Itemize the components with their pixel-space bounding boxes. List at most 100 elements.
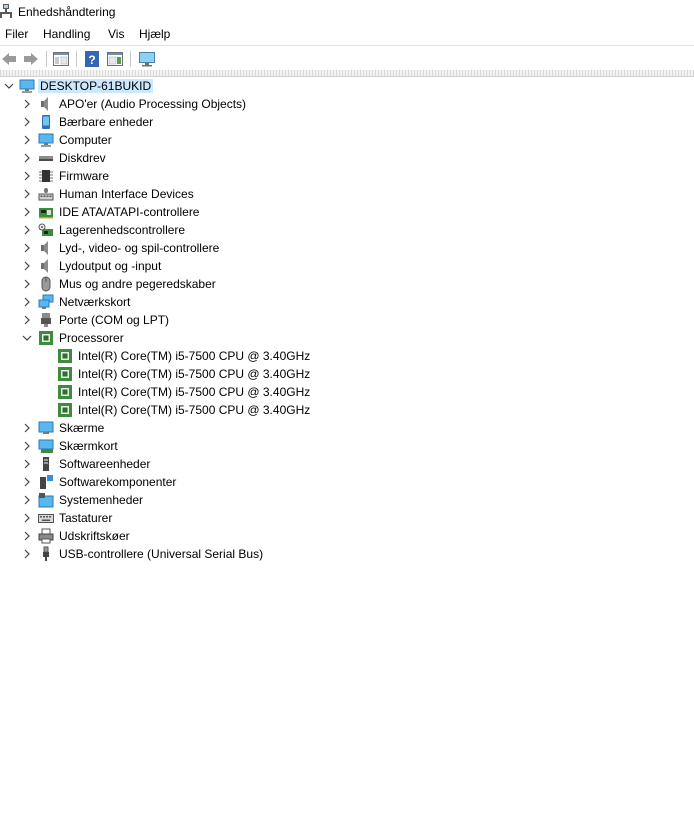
tree-child-cpu[interactable]: Intel(R) Core(TM) i5-7500 CPU @ 3.40GHz xyxy=(0,365,310,383)
tree-root-label: DESKTOP-61BUKID xyxy=(38,79,154,93)
tree-item-portable-devices[interactable]: Bærbare enheder xyxy=(0,113,300,131)
tree-item-display-adapters[interactable]: Skærmkort xyxy=(0,437,300,455)
action-pane-icon[interactable] xyxy=(106,50,124,68)
keyboard-icon xyxy=(38,510,54,526)
tree-item-ide-controllers[interactable]: IDE ATA/ATAPI-controllere xyxy=(0,203,300,221)
tree-item-network-adapters[interactable]: Netværkskort xyxy=(0,293,300,311)
chevron-right-icon[interactable] xyxy=(21,440,33,452)
menu-help[interactable]: Hjælp xyxy=(139,27,170,41)
menu-view[interactable]: Vis xyxy=(108,27,124,41)
toolbar: ? xyxy=(0,45,694,71)
toolbar-separator xyxy=(76,51,77,67)
tree-item-label: Firmware xyxy=(59,169,109,183)
chevron-right-icon[interactable] xyxy=(21,224,33,236)
tree-item-software-components[interactable]: Softwarekomponenter xyxy=(0,473,300,491)
tree-child-label: Intel(R) Core(TM) i5-7500 CPU @ 3.40GHz xyxy=(78,403,311,417)
tree-item-usb-controllers[interactable]: USB-controllere (Universal Serial Bus) xyxy=(0,545,300,563)
tree-item-print-queues[interactable]: Udskriftskøer xyxy=(0,527,300,545)
tree-item-computer[interactable]: Computer xyxy=(0,131,300,149)
chevron-right-icon[interactable] xyxy=(21,476,33,488)
chevron-right-icon[interactable] xyxy=(21,152,33,164)
toolbar-separator xyxy=(130,51,131,67)
tree-child-label: Intel(R) Core(TM) i5-7500 CPU @ 3.40GHz xyxy=(78,385,311,399)
device-manager-icon xyxy=(0,4,12,18)
ide-controller-icon xyxy=(38,204,54,220)
tree-item-storage-controllers[interactable]: Lagerenhedscontrollere xyxy=(0,221,300,239)
portable-device-icon xyxy=(38,114,54,130)
toolbar-separator xyxy=(46,51,47,67)
forward-icon[interactable] xyxy=(22,50,40,68)
tree-item-label: Human Interface Devices xyxy=(59,187,194,201)
help-icon[interactable]: ? xyxy=(83,50,101,68)
tree-item-mice[interactable]: Mus og andre pegeredskaber xyxy=(0,275,300,293)
tree-item-label: Lyd-, video- og spil-controllere xyxy=(59,241,220,255)
chevron-down-icon[interactable] xyxy=(21,332,33,344)
tree-child-label: Intel(R) Core(TM) i5-7500 CPU @ 3.40GHz xyxy=(78,349,311,363)
tree-item-processors[interactable]: Processorer xyxy=(0,329,300,347)
tree-item-label: APO'er (Audio Processing Objects) xyxy=(59,97,247,111)
tree-item-label: IDE ATA/ATAPI-controllere xyxy=(59,205,200,219)
tree-item-apo[interactable]: APO'er (Audio Processing Objects) xyxy=(0,95,300,113)
computer-monitor-icon xyxy=(19,78,35,94)
tree-item-label: Lydoutput og -input xyxy=(59,259,162,273)
computer-monitor-icon xyxy=(38,132,54,148)
tree-item-software-devices[interactable]: Softwareenheder xyxy=(0,455,300,473)
processor-icon xyxy=(57,348,73,364)
chevron-right-icon[interactable] xyxy=(21,530,33,542)
tree-item-disk-drives[interactable]: Diskdrev xyxy=(0,149,300,167)
tree-item-label: Softwarekomponenter xyxy=(59,475,177,489)
chevron-right-icon[interactable] xyxy=(21,170,33,182)
tree-child-cpu[interactable]: Intel(R) Core(TM) i5-7500 CPU @ 3.40GHz xyxy=(0,347,310,365)
chevron-right-icon[interactable] xyxy=(21,278,33,290)
tree-item-label: Skærmkort xyxy=(59,439,118,453)
scan-hardware-monitor-icon[interactable] xyxy=(138,50,156,68)
chevron-right-icon[interactable] xyxy=(21,512,33,524)
processor-icon xyxy=(38,330,54,346)
speaker-icon xyxy=(38,96,54,112)
firmware-chip-icon xyxy=(38,168,54,184)
chevron-right-icon[interactable] xyxy=(21,242,33,254)
tree-item-audio-io[interactable]: Lydoutput og -input xyxy=(0,257,300,275)
back-icon[interactable] xyxy=(0,50,18,68)
tree-item-ports[interactable]: Porte (COM og LPT) xyxy=(0,311,300,329)
tree-root[interactable]: DESKTOP-61BUKID xyxy=(0,77,300,95)
tree-item-label: Diskdrev xyxy=(59,151,106,165)
properties-pane-icon[interactable] xyxy=(52,50,70,68)
chevron-right-icon[interactable] xyxy=(21,260,33,272)
chevron-down-icon[interactable] xyxy=(3,80,15,92)
tree-item-sound-video-game[interactable]: Lyd-, video- og spil-controllere xyxy=(0,239,300,257)
speaker-icon xyxy=(38,240,54,256)
chevron-right-icon[interactable] xyxy=(21,98,33,110)
tree-item-hid[interactable]: Human Interface Devices xyxy=(0,185,300,203)
svg-text:?: ? xyxy=(88,53,95,67)
tree-child-cpu[interactable]: Intel(R) Core(TM) i5-7500 CPU @ 3.40GHz xyxy=(0,383,310,401)
tree-item-label: Computer xyxy=(59,133,112,147)
menu-file[interactable]: Filer xyxy=(5,27,28,41)
chevron-right-icon[interactable] xyxy=(21,422,33,434)
port-icon xyxy=(38,312,54,328)
tree-item-monitors[interactable]: Skærme xyxy=(0,419,300,437)
tree-item-label: Tastaturer xyxy=(59,511,113,525)
chevron-right-icon[interactable] xyxy=(21,548,33,560)
chevron-right-icon[interactable] xyxy=(21,188,33,200)
storage-controller-icon xyxy=(38,222,54,238)
tree-child-cpu[interactable]: Intel(R) Core(TM) i5-7500 CPU @ 3.40GHz xyxy=(0,401,310,419)
keyboard-hid-icon xyxy=(38,186,54,202)
tree-item-system-devices[interactable]: Systemenheder xyxy=(0,491,300,509)
menu-action[interactable]: Handling xyxy=(43,27,90,41)
chevron-right-icon[interactable] xyxy=(21,296,33,308)
tree-item-label: Mus og andre pegeredskaber xyxy=(59,277,216,291)
tree-item-label: Netværkskort xyxy=(59,295,131,309)
chevron-right-icon[interactable] xyxy=(21,458,33,470)
window-title: Enhedshåndtering xyxy=(18,5,116,19)
chevron-right-icon[interactable] xyxy=(21,134,33,146)
chevron-right-icon[interactable] xyxy=(21,206,33,218)
chevron-right-icon[interactable] xyxy=(21,314,33,326)
chevron-right-icon[interactable] xyxy=(21,116,33,128)
mouse-icon xyxy=(38,276,54,292)
monitor-icon xyxy=(38,420,54,436)
tree-item-keyboards[interactable]: Tastaturer xyxy=(0,509,300,527)
tree-item-firmware[interactable]: Firmware xyxy=(0,167,300,185)
speaker-icon xyxy=(38,258,54,274)
chevron-right-icon[interactable] xyxy=(21,494,33,506)
